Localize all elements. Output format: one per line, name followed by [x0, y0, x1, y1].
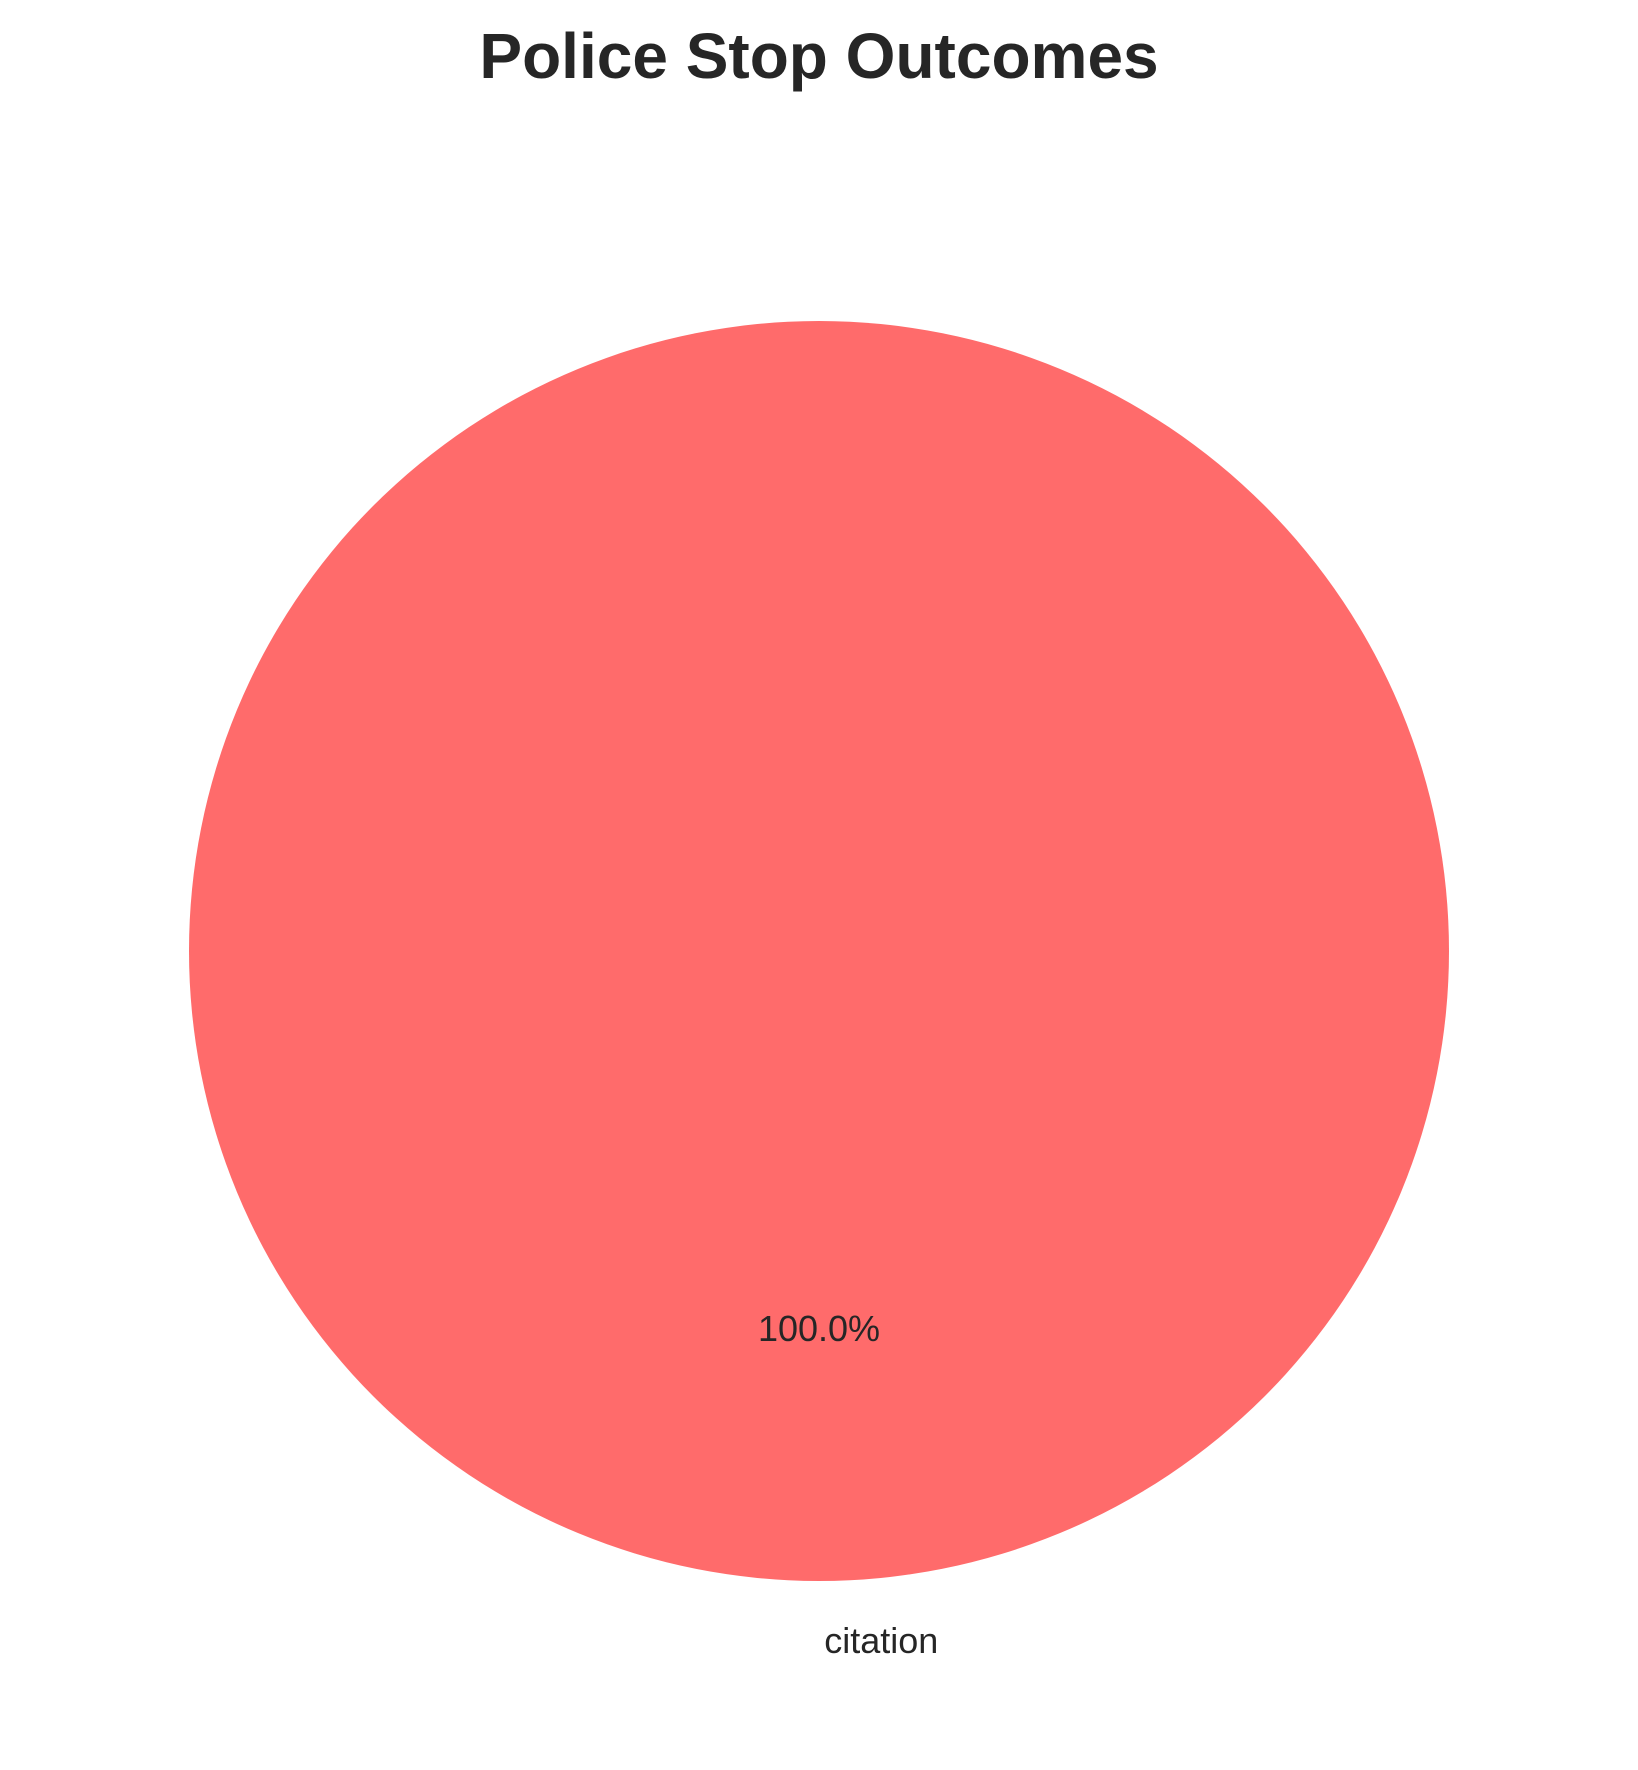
pie-chart: Police Stop Outcomes citation 100.0%	[189, 20, 1449, 1661]
pie-slice-citation	[189, 321, 1449, 1581]
pie-slices	[189, 321, 1449, 1581]
slice-label-citation: citation	[824, 1620, 938, 1661]
chart-title: Police Stop Outcomes	[479, 20, 1158, 92]
slice-percent-citation: 100.0%	[758, 1308, 880, 1349]
